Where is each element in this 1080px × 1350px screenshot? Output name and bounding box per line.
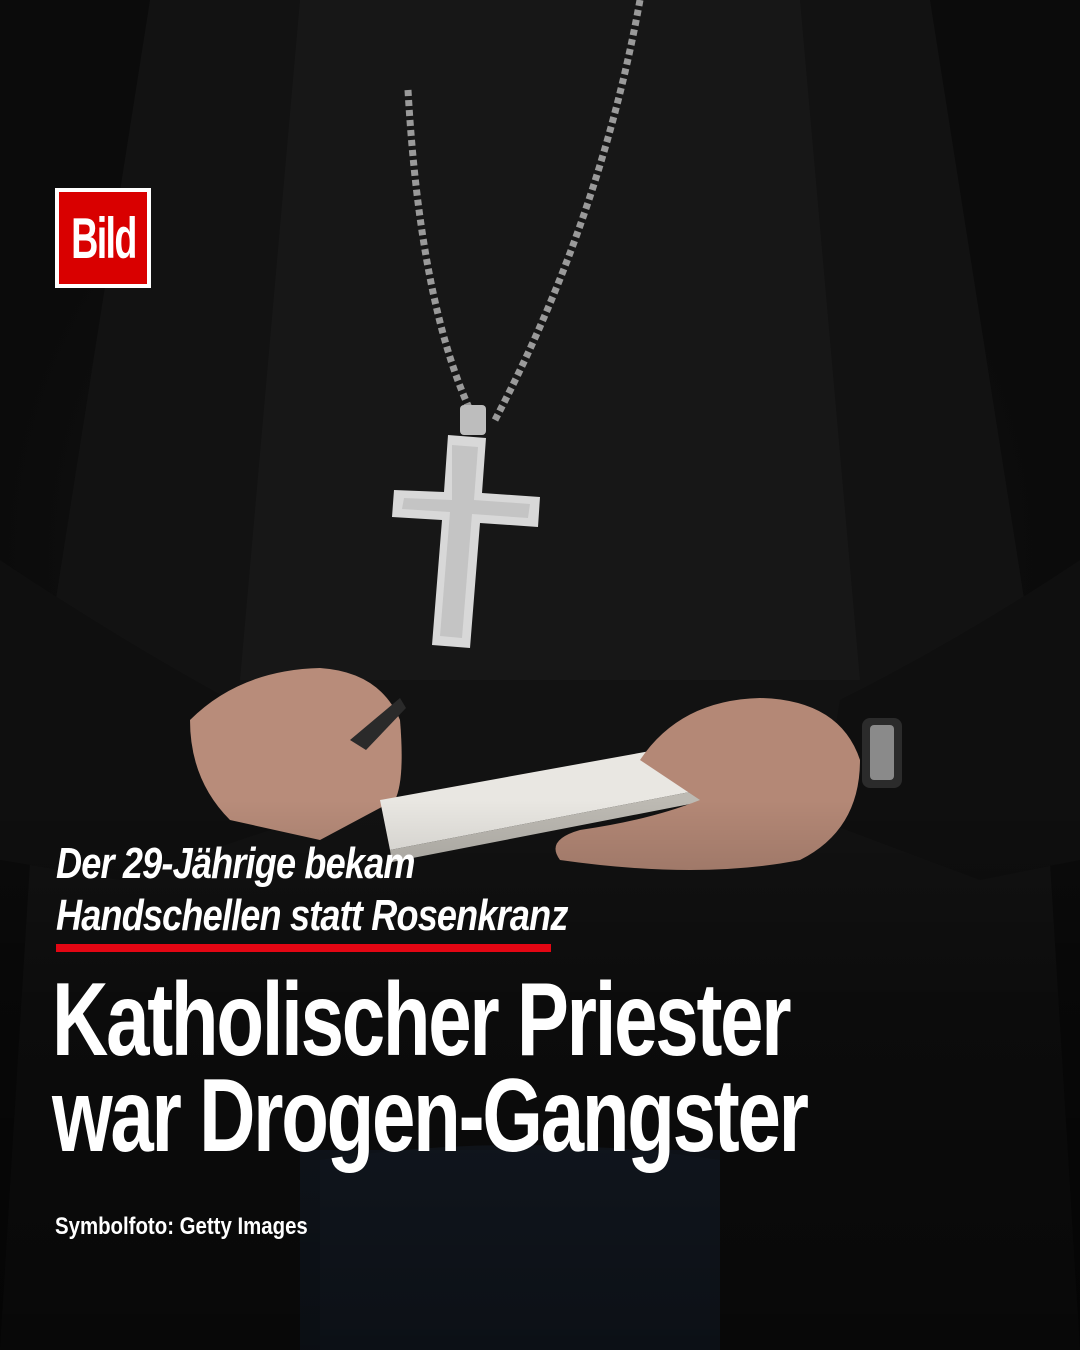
bild-logo: Bild [55, 188, 151, 288]
bild-logo-text: Bild [70, 205, 137, 271]
headline-line-1: Katholischer Priester [52, 962, 792, 1078]
red-divider [56, 944, 551, 952]
headline-line-2: war Drogen-Gangster [52, 1058, 809, 1174]
cross-bail [460, 405, 486, 435]
headline: Katholischer Priester war Drogen-Gangste… [52, 962, 877, 1174]
kicker-text: Der 29-Jährige bekam Handschellen statt … [56, 838, 679, 942]
kicker-line-2: Handschellen statt Rosenkranz [56, 891, 568, 940]
news-post: Bild Der 29-Jährige bekam Handschellen s… [0, 0, 1080, 1350]
kicker-line-1: Der 29-Jährige bekam [56, 839, 415, 888]
photo-credit: Symbolfoto: Getty Images [55, 1213, 308, 1240]
